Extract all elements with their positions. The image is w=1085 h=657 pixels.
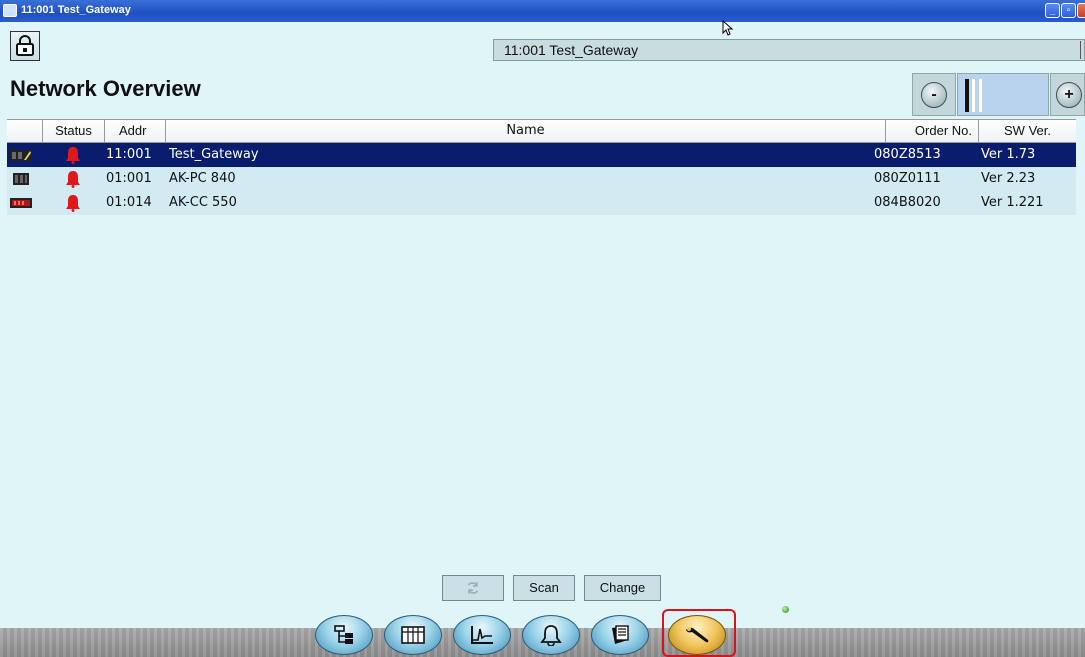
- slider-handle[interactable]: [965, 79, 969, 112]
- table-row[interactable]: 01:014 AK-CC 550 084B8020 Ver 1.221: [7, 191, 1076, 215]
- alarm-bell-icon: [66, 195, 80, 212]
- nav-notes-button[interactable]: [591, 615, 649, 655]
- window-title: 11:001 Test_Gateway: [21, 4, 131, 16]
- mouse-cursor-icon: [722, 20, 734, 36]
- cell-name: AK-PC 840: [169, 171, 236, 186]
- col-order-header[interactable]: Order No.: [886, 120, 979, 143]
- lock-icon: [16, 35, 34, 56]
- nav-network-tree-button[interactable]: [315, 615, 373, 655]
- cell-name: Test_Gateway: [169, 147, 259, 162]
- col-addr-header[interactable]: Addr: [105, 120, 166, 143]
- gateway-device-icon: [10, 150, 32, 161]
- zoom-out-button[interactable]: -: [912, 73, 956, 116]
- col-icon-header: [7, 120, 43, 143]
- table-header: Status Addr Name Order No. SW Ver.: [7, 119, 1076, 143]
- plus-icon: +: [1056, 81, 1082, 108]
- alarm-bell-icon: [66, 171, 80, 188]
- zoom-in-button[interactable]: +: [1050, 73, 1085, 116]
- grid-view-icon: [401, 626, 425, 644]
- field-endcap: [1080, 41, 1084, 59]
- close-button[interactable]: [1077, 3, 1085, 18]
- zoom-slider[interactable]: [957, 73, 1049, 116]
- app-icon: [3, 4, 17, 17]
- cell-swver: Ver 2.23: [981, 171, 1036, 186]
- controller-device-icon: [13, 173, 29, 185]
- scan-button[interactable]: Scan: [513, 575, 575, 601]
- slider-tick: [972, 79, 975, 112]
- gateway-field-text: 11:001 Test_Gateway: [504, 42, 639, 58]
- nav-trend-graph-button[interactable]: [453, 615, 511, 655]
- page-title: Network Overview: [10, 76, 201, 101]
- status-indicator-led: [782, 606, 789, 613]
- service-button-highlight: [662, 609, 736, 657]
- maximize-button[interactable]: ▫: [1061, 3, 1076, 18]
- lock-button[interactable]: [10, 31, 40, 61]
- trend-graph-icon: [471, 626, 493, 644]
- change-button[interactable]: Change: [584, 575, 661, 601]
- network-tree-icon: [334, 625, 353, 644]
- zoom-control: - +: [912, 73, 1085, 116]
- display-device-icon: [10, 198, 32, 208]
- window-titlebar: 11:001 Test_Gateway _ ▫: [0, 0, 1085, 22]
- cell-addr: 01:001: [106, 171, 152, 186]
- alarm-bell-icon: [540, 625, 562, 646]
- slider-tick: [979, 79, 982, 112]
- device-table: Status Addr Name Order No. SW Ver. 11:00…: [7, 119, 1076, 215]
- minimize-button[interactable]: _: [1045, 3, 1060, 18]
- cell-order: 084B8020: [874, 195, 941, 210]
- col-status-header[interactable]: Status: [43, 120, 105, 143]
- cell-addr: 11:001: [106, 147, 152, 162]
- nav-grid-view-button[interactable]: [384, 615, 442, 655]
- minus-icon: -: [921, 81, 947, 108]
- cell-name: AK-CC 550: [169, 195, 237, 210]
- cell-order: 080Z0111: [874, 171, 941, 186]
- cell-order: 080Z8513: [874, 147, 941, 162]
- notes-icon: [612, 625, 629, 644]
- col-swver-header[interactable]: SW Ver.: [979, 120, 1076, 143]
- refresh-button[interactable]: [442, 575, 504, 601]
- cell-swver: Ver 1.73: [981, 147, 1036, 162]
- alarm-bell-icon: [66, 147, 80, 164]
- table-row[interactable]: 01:001 AK-PC 840 080Z0111 Ver 2.23: [7, 167, 1076, 191]
- refresh-icon: [467, 582, 479, 594]
- col-name-header[interactable]: Name: [166, 120, 886, 143]
- cell-addr: 01:014: [106, 195, 152, 210]
- table-row[interactable]: 11:001 Test_Gateway 080Z8513 Ver 1.73: [7, 143, 1076, 167]
- gateway-field: 11:001 Test_Gateway: [493, 39, 1085, 61]
- cell-swver: Ver 1.221: [981, 195, 1044, 210]
- nav-alarms-button[interactable]: [522, 615, 580, 655]
